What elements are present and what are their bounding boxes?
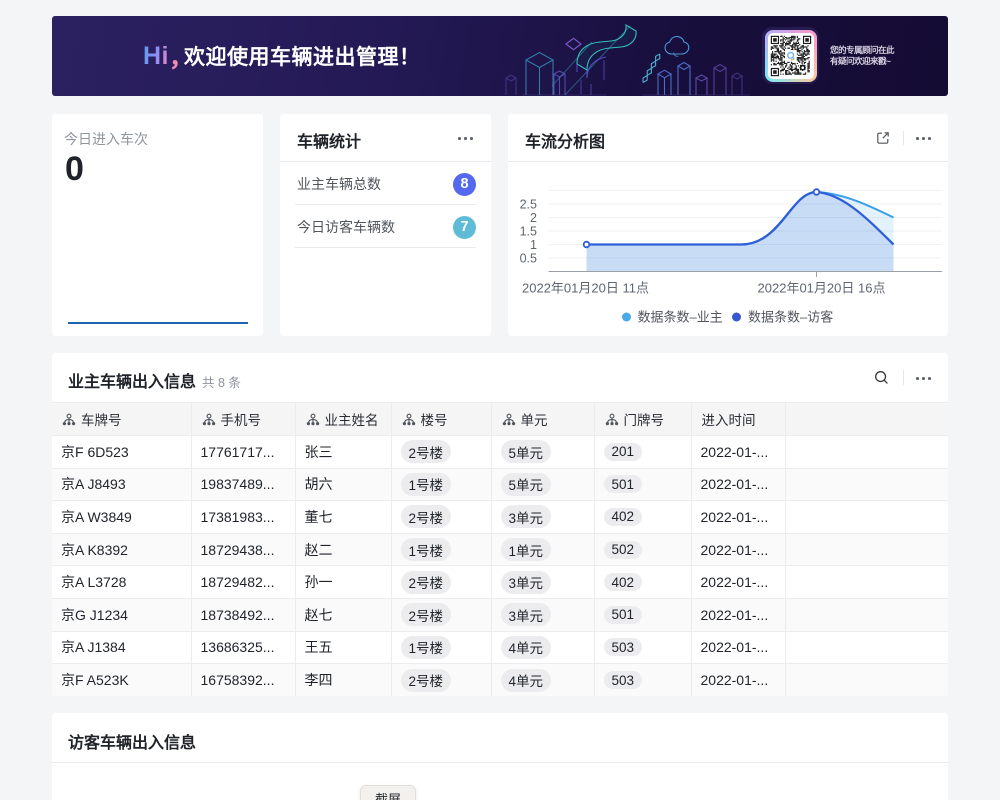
svg-text:数据条数–业主: 数据条数–业主 bbox=[638, 310, 723, 325]
svg-text:数据条数–访客: 数据条数–访客 bbox=[748, 310, 833, 325]
